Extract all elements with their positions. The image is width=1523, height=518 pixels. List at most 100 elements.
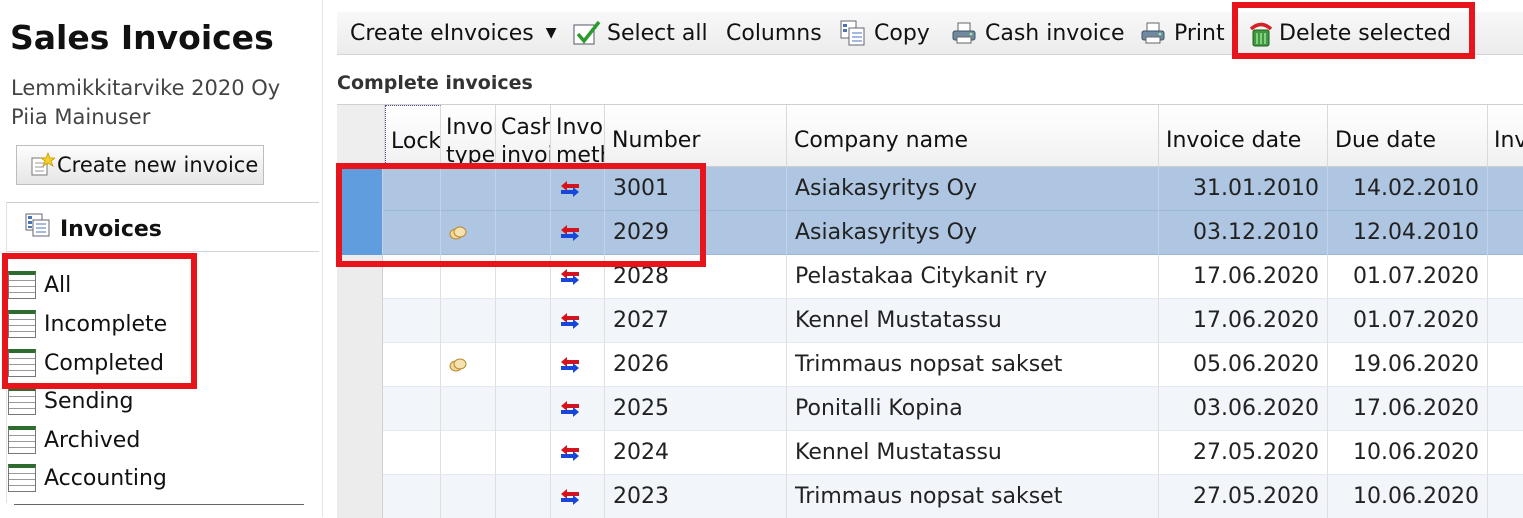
table-row[interactable]: 2023 Trimmaus nopsat sakset 27.05.2020 10.0… xyxy=(337,475,1523,518)
table-row[interactable]: 3001 Asiakasyritys Oy 31.01.2010 14.02.2010 xyxy=(337,167,1523,211)
cell-overflow xyxy=(1488,299,1523,343)
cell-overflow xyxy=(1488,431,1523,475)
invoices-table: Lock Invoi type Cash invoi Invoi meth Nu… xyxy=(337,104,1523,518)
row-selector[interactable] xyxy=(337,299,383,343)
cell-lock xyxy=(385,431,441,475)
copy-button[interactable]: Copy xyxy=(840,12,930,54)
row-selector[interactable] xyxy=(337,343,383,387)
cell-company-name: Asiakasyritys Oy xyxy=(787,167,1159,211)
table-row[interactable]: 2026 Trimmaus nopsat sakset 05.06.2020 19.0… xyxy=(337,343,1523,387)
company-name: Lemmikkitarvike 2020 Oy xyxy=(11,76,281,100)
coins-icon xyxy=(449,358,467,372)
invoices-nav-title: Invoices xyxy=(60,217,162,242)
sidebar-item-label: Accounting xyxy=(44,465,167,491)
row-selector[interactable] xyxy=(337,211,383,255)
sidebar-item-label: Archived xyxy=(44,427,141,453)
columns-button[interactable]: Columns xyxy=(726,12,822,54)
column-header-due-date[interactable]: Due date xyxy=(1328,105,1488,167)
create-new-invoice-button[interactable]: Create new invoice xyxy=(16,145,264,185)
sidebar-item-all[interactable]: All xyxy=(8,268,71,302)
column-header-invoice-type[interactable]: Invoi type xyxy=(441,105,496,167)
cell-number: 2027 xyxy=(605,299,787,343)
sidebar-item-label: Sending xyxy=(44,388,134,414)
delete-selected-label: Delete selected xyxy=(1279,20,1452,46)
table-row[interactable]: 2025 Ponitalli Kopina 03.06.2020 17.06.2020 xyxy=(337,387,1523,431)
sidebar-item-accounting[interactable]: Accounting xyxy=(8,461,167,495)
row-selector[interactable] xyxy=(337,387,383,431)
cell-number: 2026 xyxy=(605,343,787,387)
cell-due-date: 10.06.2020 xyxy=(1328,431,1488,475)
sidebar-item-completed[interactable]: Completed xyxy=(8,346,164,380)
create-einvoices-label: Create eInvoices xyxy=(350,20,534,46)
cell-invoice-date: 27.05.2020 xyxy=(1159,475,1328,518)
printer-icon xyxy=(951,20,977,46)
column-header-lock[interactable]: Lock xyxy=(385,105,441,167)
table-row[interactable]: 2027 Kennel Mustatassu 17.06.2020 01.07.202… xyxy=(337,299,1523,343)
column-header-invoice-date[interactable]: Invoice date xyxy=(1159,105,1328,167)
cash-invoice-button[interactable]: Cash invoice xyxy=(951,12,1125,54)
print-button[interactable]: Print xyxy=(1140,12,1225,54)
cell-cash-invoice xyxy=(496,167,551,211)
sidebar-item-archived[interactable]: Archived xyxy=(8,423,140,457)
cell-invoice-method xyxy=(551,475,605,518)
cell-company-name: Trimmaus nopsat sakset xyxy=(787,475,1159,518)
copy-label: Copy xyxy=(874,20,930,46)
transfer-arrows-icon xyxy=(561,225,579,241)
cell-number: 2029 xyxy=(605,211,787,255)
cell-due-date: 01.07.2020 xyxy=(1328,299,1488,343)
cell-invoice-type xyxy=(441,211,496,255)
sidebar-item-label: Completed xyxy=(44,350,164,376)
list-grid-icon xyxy=(8,387,36,415)
cash-invoice-label: Cash invoice xyxy=(985,20,1125,46)
sidebar-divider xyxy=(14,504,304,505)
cell-lock xyxy=(385,299,441,343)
cell-invoice-type xyxy=(441,255,496,299)
table-row[interactable]: 2024 Kennel Mustatassu 27.05.2020 10.06.202… xyxy=(337,431,1523,475)
cell-company-name: Trimmaus nopsat sakset xyxy=(787,343,1159,387)
cell-invoice-date: 17.06.2020 xyxy=(1159,299,1328,343)
chevron-down-icon: ▼ xyxy=(545,25,557,41)
cell-number: 3001 xyxy=(605,167,787,211)
cell-company-name: Pelastakaa Citykanit ry xyxy=(787,255,1159,299)
cell-overflow xyxy=(1488,167,1523,211)
cell-cash-invoice xyxy=(496,211,551,255)
cell-lock xyxy=(385,167,441,211)
select-all-label: Select all xyxy=(607,20,708,46)
cell-invoice-date: 03.06.2020 xyxy=(1159,387,1328,431)
list-grid-icon xyxy=(8,310,36,338)
column-header-company-name[interactable]: Company name xyxy=(787,105,1159,167)
cell-due-date: 17.06.2020 xyxy=(1328,387,1488,431)
cell-invoice-date: 05.06.2020 xyxy=(1159,343,1328,387)
cell-overflow xyxy=(1488,475,1523,518)
sidebar: Sales Invoices Lemmikkitarvike 2020 Oy P… xyxy=(0,0,323,517)
row-selector[interactable] xyxy=(337,475,383,518)
list-grid-icon xyxy=(8,426,36,454)
sidebar-item-incomplete[interactable]: Incomplete xyxy=(8,307,167,341)
column-header-overflow[interactable]: Inv xyxy=(1488,105,1523,167)
transfer-arrows-icon xyxy=(561,445,579,461)
row-selector[interactable] xyxy=(337,255,383,299)
row-selector[interactable] xyxy=(337,431,383,475)
cell-due-date: 10.06.2020 xyxy=(1328,475,1488,518)
cell-overflow xyxy=(1488,255,1523,299)
invoices-nav-header: Invoices xyxy=(7,203,319,252)
invoice-list-icon xyxy=(25,213,51,237)
column-header-cash-invoice[interactable]: Cash invoi xyxy=(496,105,551,167)
sidebar-item-sending[interactable]: Sending xyxy=(8,384,133,418)
cell-lock xyxy=(385,255,441,299)
create-einvoices-dropdown[interactable]: Create eInvoices ▼ xyxy=(350,12,557,54)
column-header-number[interactable]: Number xyxy=(605,105,787,167)
transfer-arrows-icon xyxy=(561,357,579,373)
printer-icon xyxy=(1140,20,1166,46)
cell-company-name: Asiakasyritys Oy xyxy=(787,211,1159,255)
cell-lock xyxy=(385,387,441,431)
cell-overflow xyxy=(1488,211,1523,255)
select-all-button[interactable]: Select all xyxy=(573,12,708,54)
delete-selected-button[interactable]: Delete selected xyxy=(1247,12,1451,54)
table-row[interactable]: 2028 Pelastakaa Citykanit ry 17.06.2020 01.… xyxy=(337,255,1523,299)
row-selector[interactable] xyxy=(337,167,383,211)
table-row[interactable]: 2029 Asiakasyritys Oy 03.12.2010 12.04.2010 xyxy=(337,211,1523,255)
cell-number: 2023 xyxy=(605,475,787,518)
section-title: Complete invoices xyxy=(337,72,533,94)
column-header-invoice-method[interactable]: Invoi meth xyxy=(551,105,605,167)
